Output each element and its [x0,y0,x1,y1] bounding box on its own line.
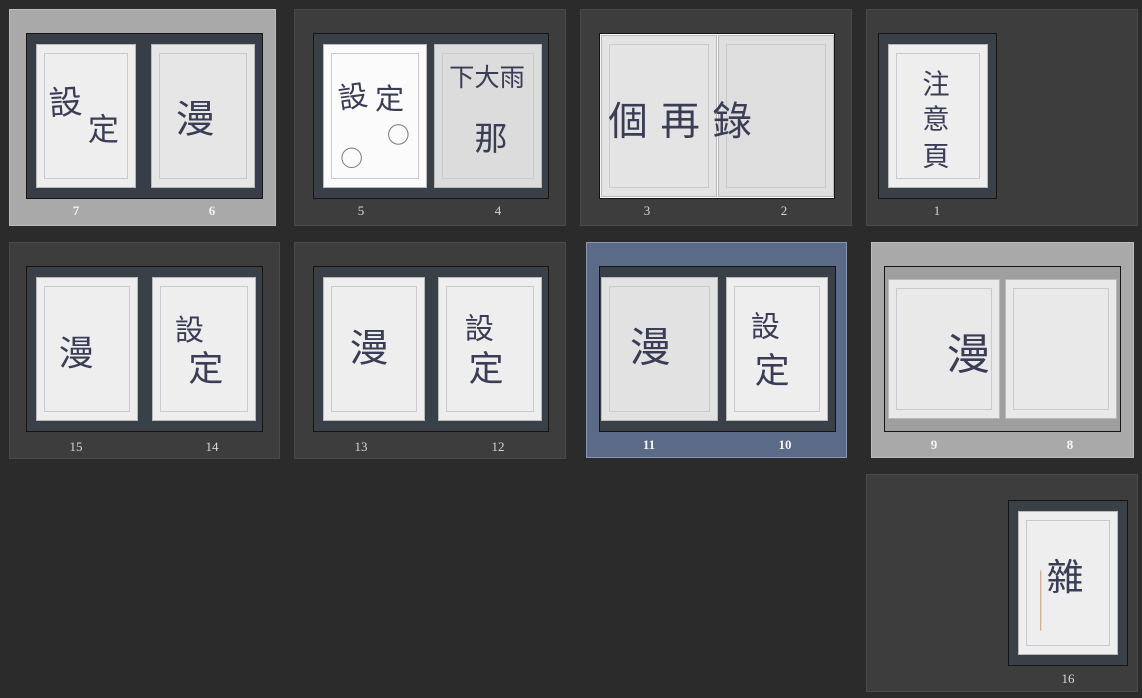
page-16-thumbnail[interactable]: 雜 [1018,511,1118,655]
spread-7-6[interactable]: 設定 漫 7 6 [9,9,276,226]
svg-text:定: 定 [188,350,223,390]
handwritten-note-icon: 下大雨那 [449,63,525,158]
spread-thumbnail: 漫 [884,266,1121,432]
page-10-thumbnail[interactable]: 設定 [726,277,828,421]
spread-15-14[interactable]: 漫 設定 15 14 [9,242,280,459]
page-13-thumbnail[interactable]: 漫 [323,277,425,421]
page-1-thumbnail[interactable]: 注意頁 [888,44,988,188]
svg-text:定: 定 [88,112,119,148]
page-number-12: 12 [491,439,505,454]
page-14-thumbnail[interactable]: 設定 [152,277,256,421]
svg-text:設: 設 [48,82,84,123]
svg-text:定: 定 [755,352,790,392]
svg-text:雜: 雜 [1047,556,1084,599]
handwritten-note-icon: 設定 [48,82,119,149]
spread-9-8[interactable]: 漫 9 8 [871,242,1134,458]
svg-text:設: 設 [175,313,204,347]
spread-11-10[interactable]: 漫 設定 11 10 [586,242,847,458]
spread-thumbnail: 個 再 錄 [599,33,835,199]
handwritten-note-icon: 雜 [1040,556,1084,631]
page-7-thumbnail[interactable]: 設定 [36,44,136,188]
spread-1[interactable]: 注意頁 1 [866,9,1138,226]
svg-text:意: 意 [922,105,949,136]
spread-16[interactable]: 雜 16 [866,474,1138,692]
handwritten-note-icon: 漫 [176,98,215,143]
handwritten-note-icon: 漫 [350,327,389,372]
page-11-thumbnail[interactable]: 漫 [601,277,718,421]
page-12-thumbnail[interactable]: 設定 [438,277,542,421]
page-number-11: 11 [642,437,656,452]
spread-thumbnail: 漫 設定 [26,266,263,432]
spread-5-4[interactable]: 設定 下大雨那 5 4 [294,9,566,226]
svg-text:設: 設 [465,311,494,345]
page-6-thumbnail[interactable]: 漫 [151,44,255,188]
handwritten-note-icon: 漫 [59,335,94,375]
page-number-13: 13 [354,439,368,454]
spread-thumbnail: 注意頁 [878,33,997,199]
page-number-9: 9 [930,437,938,452]
handwritten-note-icon: 設定 [751,309,790,392]
svg-text:那: 那 [474,119,507,158]
svg-text:頁: 頁 [922,142,949,173]
svg-text:漫: 漫 [59,335,94,375]
spread-thumbnail: 設定 下大雨那 [313,33,549,199]
handwritten-note-icon: 漫 [630,324,671,372]
page-number-16: 16 [1061,671,1075,686]
svg-text:漫: 漫 [176,98,215,143]
handwritten-note-icon: 注意頁 [922,70,949,173]
handwritten-note-icon: 設定 [336,78,409,169]
page-number-1: 1 [933,203,941,218]
handwritten-note-icon: 設定 [465,311,504,390]
page-number-15: 15 [69,439,83,454]
page-number-4: 4 [494,203,502,218]
svg-text:定: 定 [469,350,504,390]
spread-thumbnail: 漫 設定 [313,266,549,432]
spread-thumbnail: 設定 漫 [26,33,263,199]
svg-text:設: 設 [336,78,370,116]
page-5-thumbnail[interactable]: 設定 [323,44,427,188]
svg-text:漫: 漫 [350,327,389,372]
page-number-6: 6 [208,203,216,218]
svg-text:定: 定 [375,82,404,116]
page-number-14: 14 [205,439,219,454]
spread-thumbnail: 漫 設定 [599,266,836,432]
page-15-thumbnail[interactable]: 漫 [36,277,138,421]
page-number-8: 8 [1066,437,1074,452]
page-number-3: 3 [643,203,651,218]
page-number-7: 7 [72,203,80,218]
svg-text:注: 注 [922,70,949,101]
spread-thumbnail: 雜 [1008,500,1128,666]
page-number-10: 10 [778,437,792,452]
page-number-5: 5 [357,203,365,218]
handwritten-note-icon: 漫 [947,331,990,381]
spread-3-2[interactable]: 個 再 錄 3 2 [580,9,852,226]
page-4-thumbnail[interactable]: 下大雨那 [434,44,542,188]
svg-text:個 再 錄: 個 再 錄 [608,99,752,145]
handwritten-note-icon: 個 再 錄 [608,99,752,145]
svg-text:漫: 漫 [947,331,990,381]
svg-text:設: 設 [751,309,780,343]
spread-13-12[interactable]: 漫 設定 13 12 [294,242,566,459]
svg-text:下大雨: 下大雨 [449,63,525,92]
page-number-2: 2 [780,203,788,218]
handwritten-note-icon: 設定 [175,313,224,390]
svg-text:漫: 漫 [630,324,671,372]
